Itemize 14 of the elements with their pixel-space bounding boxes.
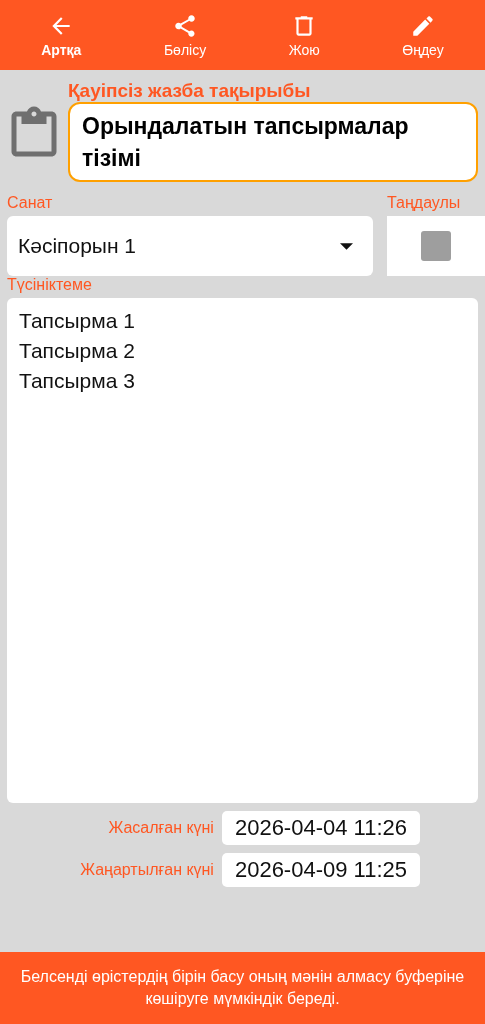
comment-field[interactable]: Тапсырма 1 Тапсырма 2 Тапсырма 3	[7, 298, 478, 804]
date-value[interactable]: 2026-04-04 11:26	[221, 811, 420, 846]
field-label: Түсініктеме	[7, 276, 92, 295]
title-field[interactable]: Орындалатын тапсырмалар тізімі	[68, 102, 478, 183]
date-label: Жаңартылған күні	[80, 861, 214, 880]
hint-text: Белсенді өрістердің бірін басу оның мәнін алмасу буферіне көшіруге мүмкіндік береді.	[19, 966, 466, 1009]
date-label: Жасалған күні	[108, 819, 214, 838]
caret-icon	[340, 242, 353, 250]
checkbox[interactable]	[421, 231, 451, 262]
field-label: Санат	[7, 194, 53, 213]
field-label: Қауіпсіз жазба тақырыбы	[68, 80, 311, 102]
field-label: Таңдаулы	[387, 194, 461, 213]
category-dropdown[interactable]: Кәсіпорын 1	[7, 216, 373, 277]
date-value[interactable]: 2026-04-09 11:25	[221, 853, 420, 888]
